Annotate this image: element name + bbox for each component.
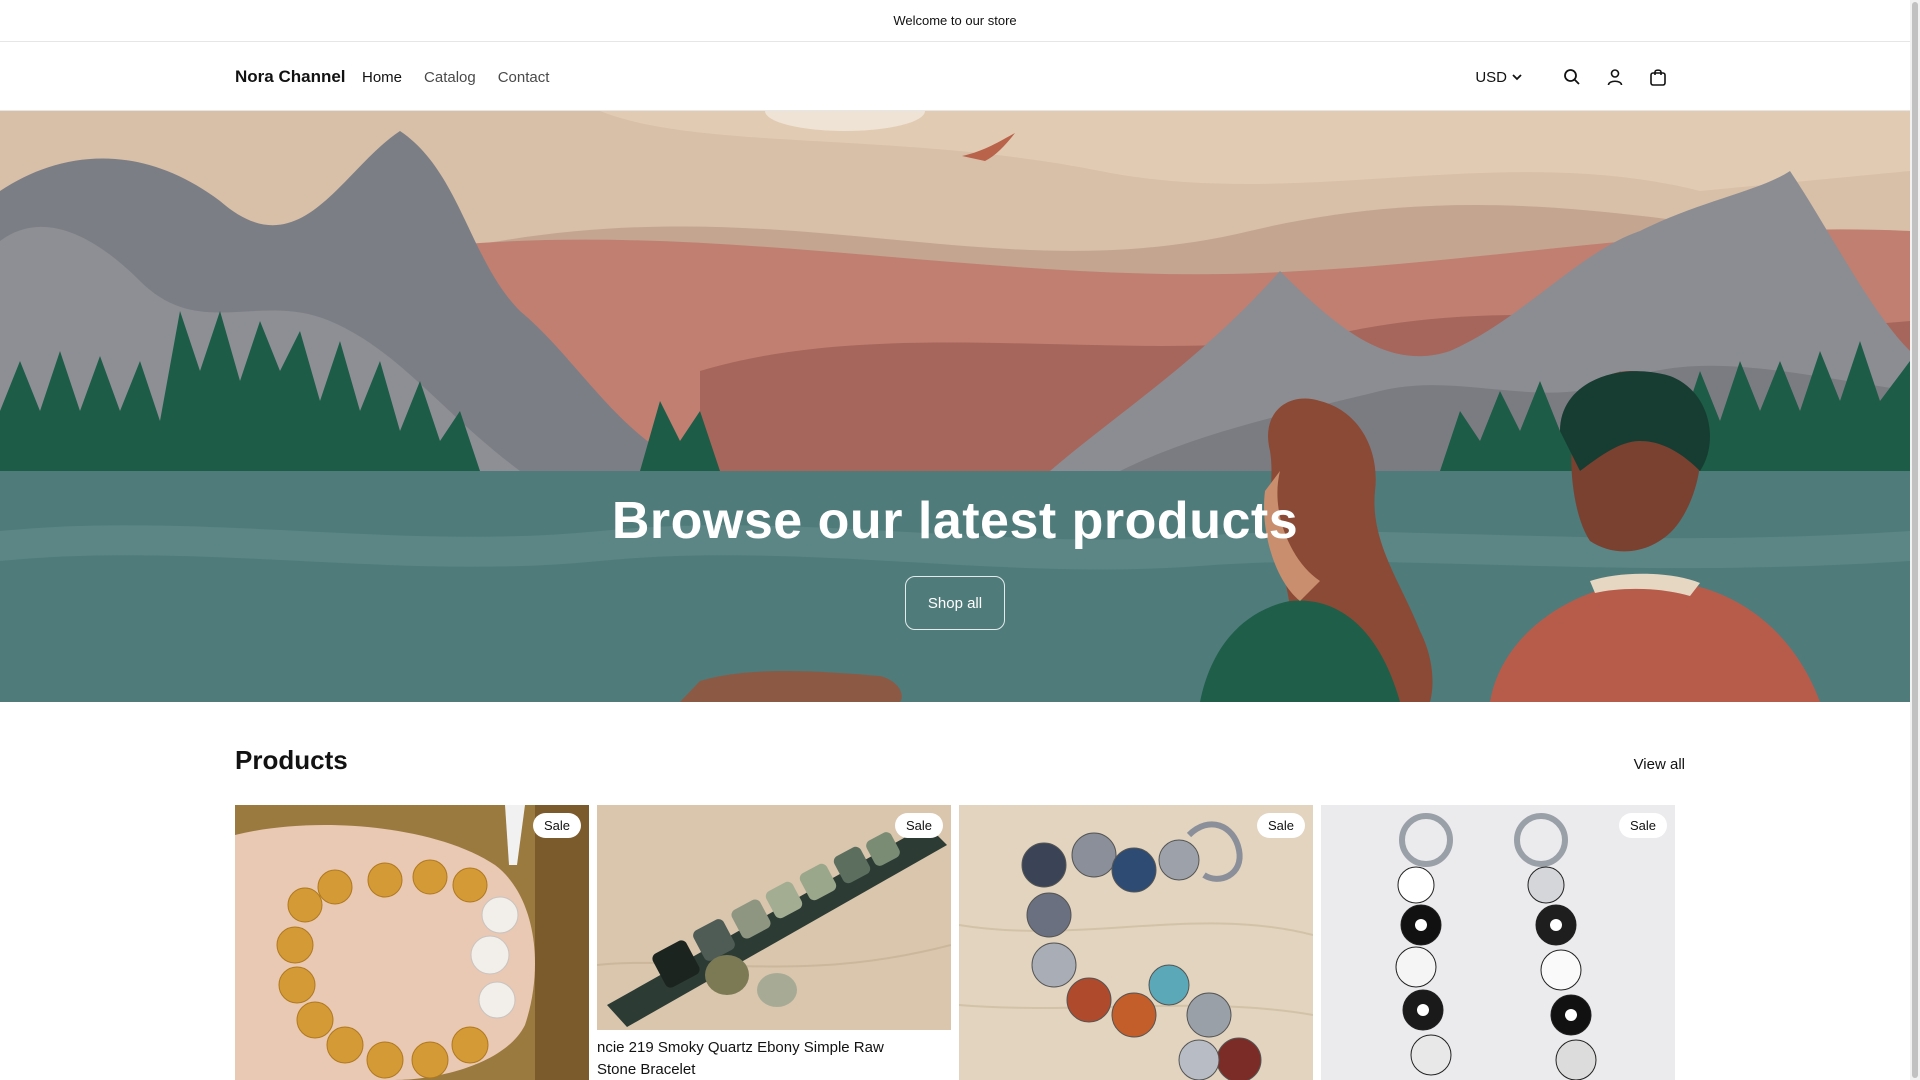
product-image[interactable]	[959, 805, 1313, 1080]
header-actions: USD	[1475, 43, 1670, 111]
sale-badge: Sale	[1256, 813, 1305, 838]
chevron-down-icon	[1512, 74, 1522, 81]
nav-contact[interactable]: Contact	[498, 69, 550, 86]
view-all-link[interactable]: View all	[1634, 756, 1685, 773]
page: Welcome to our store Nora Channel Home C…	[0, 0, 1920, 1080]
shop-all-button[interactable]: Shop all	[905, 576, 1005, 630]
product-grid: Sale Sale ncie 219 Smoky Quartz Ebony Si…	[235, 805, 1675, 1080]
sale-badge: Sale	[1618, 813, 1667, 838]
product-card[interactable]: Sale	[1321, 805, 1675, 1080]
site-header: Nora Channel Home Catalog Contact USD	[0, 43, 1910, 111]
nav-catalog[interactable]: Catalog	[424, 69, 476, 86]
announcement-bar: Welcome to our store	[0, 0, 1910, 42]
main-nav: Home Catalog Contact	[362, 43, 571, 111]
store-logo[interactable]: Nora Channel	[235, 43, 346, 111]
product-card[interactable]: Sale ncie 219 Smoky Quartz Ebony Simple …	[597, 805, 951, 1080]
scrollbar-thumb[interactable]	[1912, 2, 1918, 1078]
page-scrollbar[interactable]	[1910, 0, 1920, 1080]
sale-badge: Sale	[894, 813, 943, 838]
hero-banner: Browse our latest products Shop all	[0, 111, 1910, 702]
product-image[interactable]	[597, 805, 951, 1030]
search-icon[interactable]	[1560, 65, 1584, 89]
nav-home[interactable]: Home	[362, 69, 402, 86]
cart-icon[interactable]	[1646, 65, 1670, 89]
account-icon[interactable]	[1603, 65, 1627, 89]
products-heading: Products	[235, 745, 348, 775]
product-image[interactable]	[235, 805, 589, 1080]
product-title[interactable]: ncie 219 Smoky Quartz Ebony Simple Raw S…	[597, 1037, 897, 1080]
sale-badge: Sale	[532, 813, 581, 838]
currency-selector[interactable]: USD	[1475, 69, 1523, 86]
currency-label: USD	[1475, 68, 1507, 86]
announcement-text: Welcome to our store	[893, 13, 1017, 28]
product-card[interactable]: Sale	[235, 805, 589, 1080]
product-card[interactable]: Sale	[959, 805, 1313, 1080]
product-image[interactable]	[1321, 805, 1675, 1080]
hero-title: Browse our latest products	[611, 492, 1299, 550]
